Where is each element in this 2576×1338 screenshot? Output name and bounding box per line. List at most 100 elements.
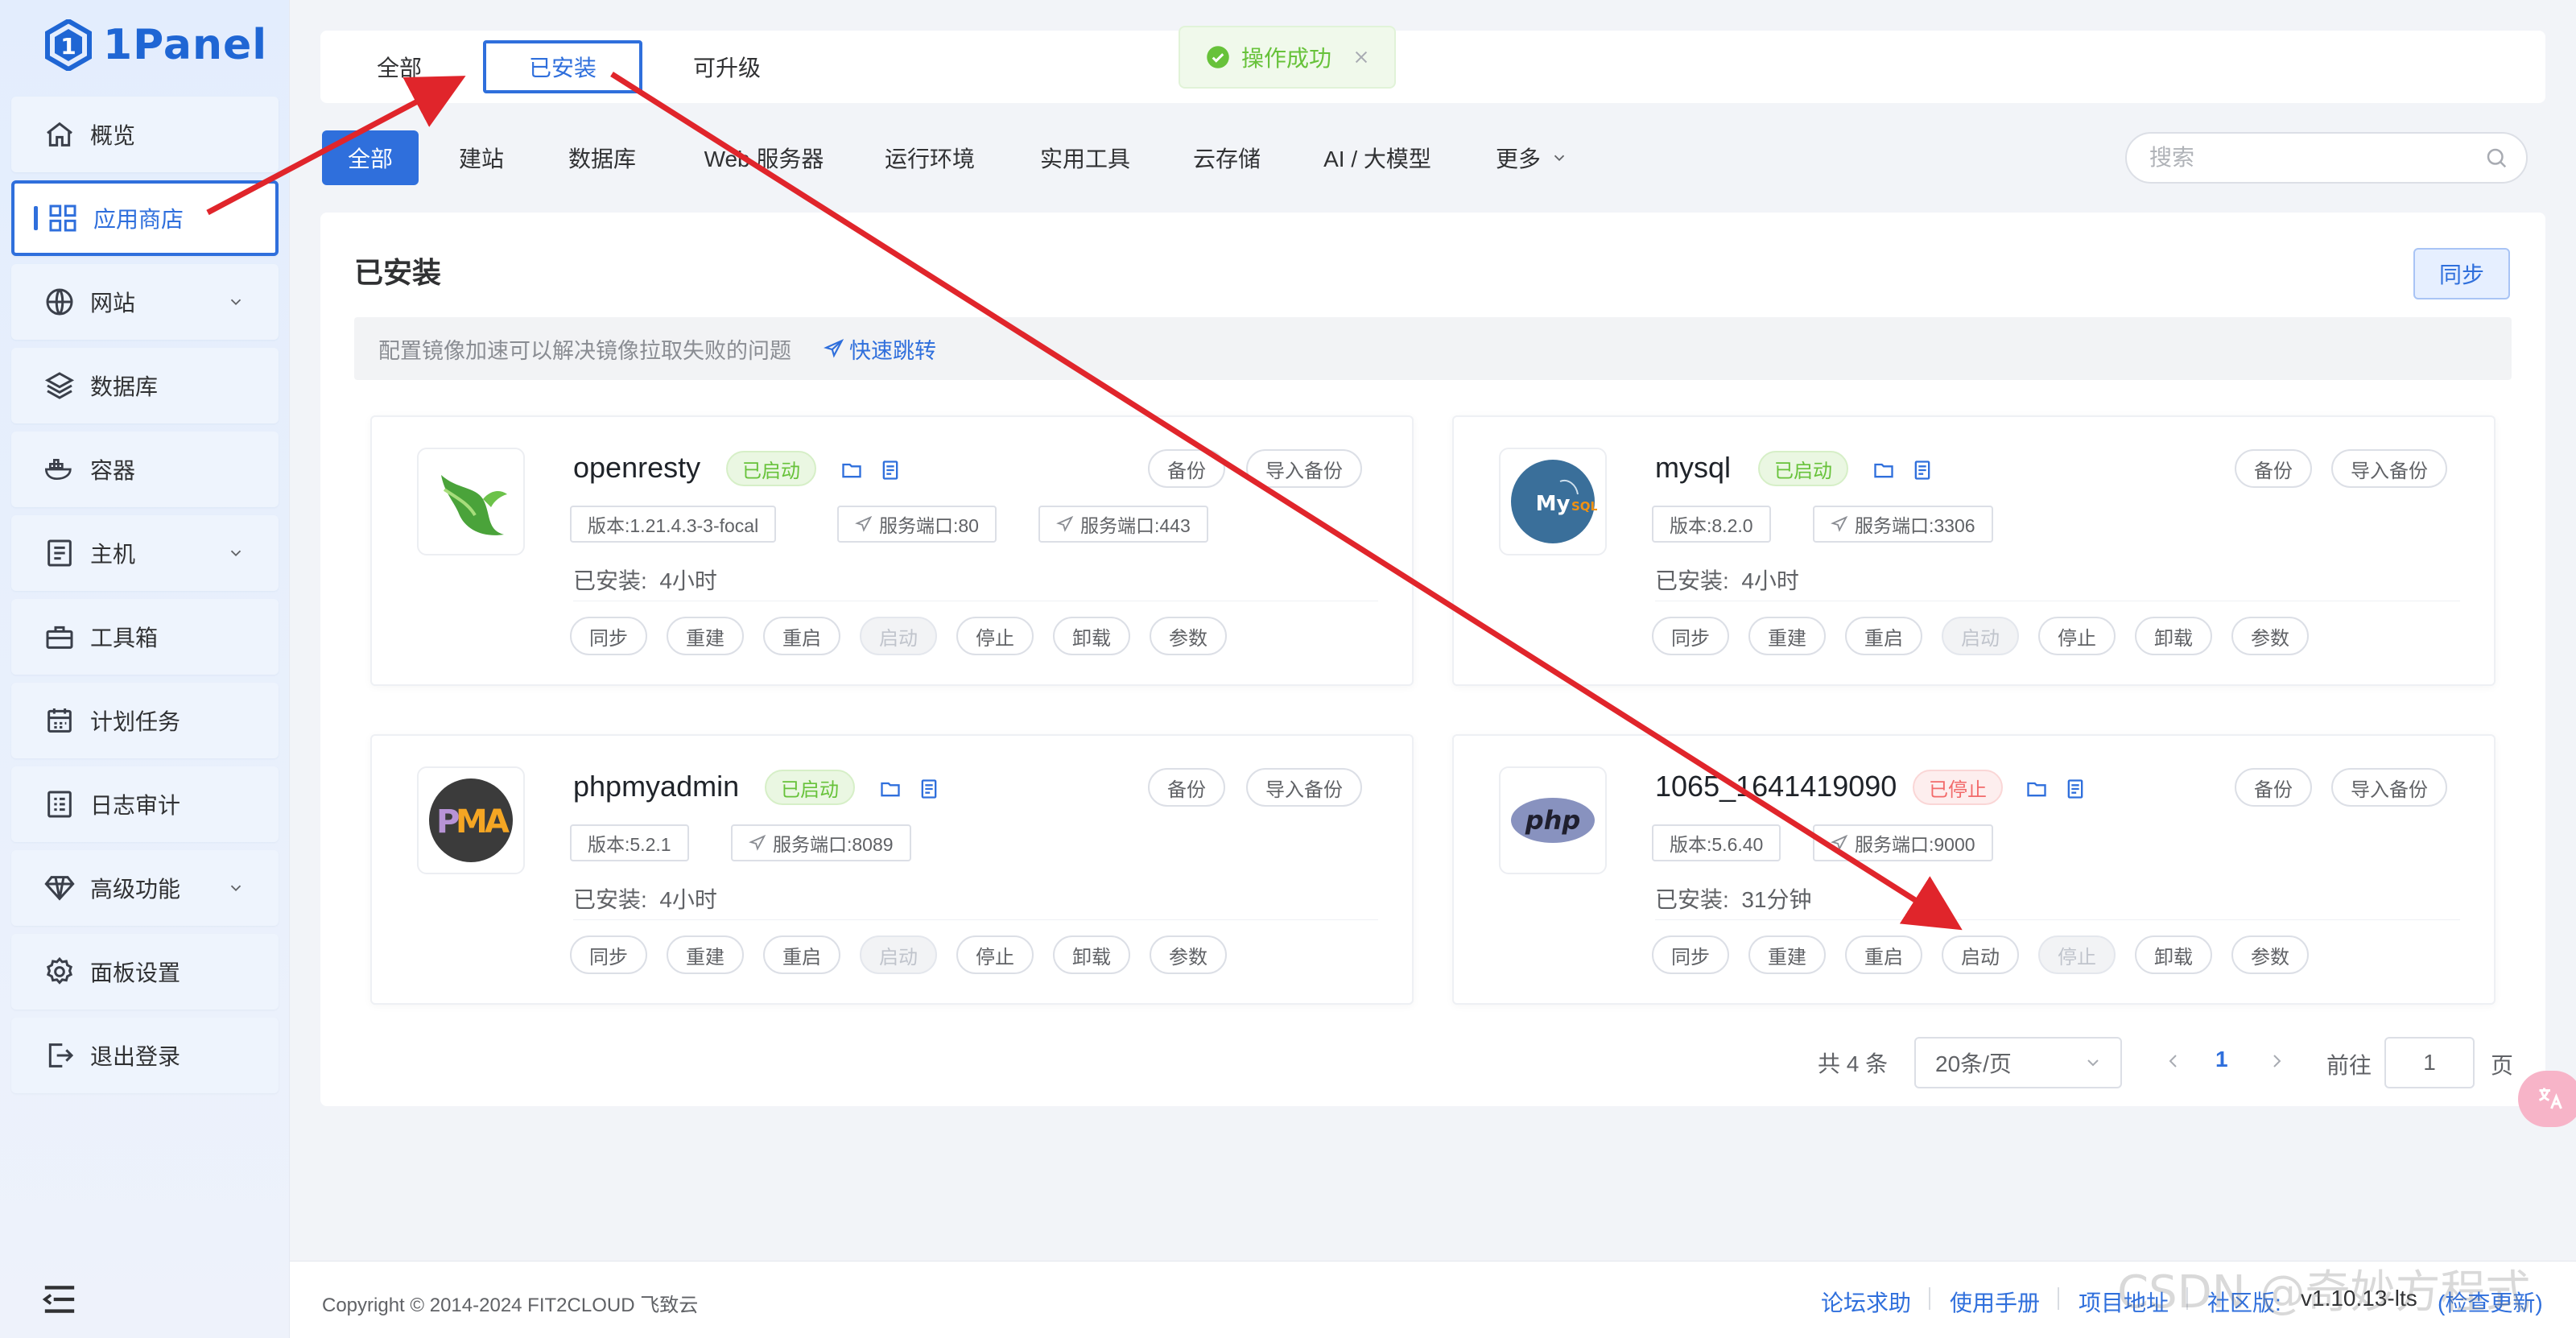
import-backup-button[interactable]: 导入备份 (1246, 449, 1362, 488)
folder-icon[interactable] (1872, 459, 1895, 481)
params-button[interactable]: 参数 (2231, 617, 2309, 655)
backup-button[interactable]: 备份 (2235, 449, 2312, 488)
sidebar-item-container[interactable]: 容器 (11, 432, 279, 507)
rebuild-button[interactable]: 重建 (1748, 617, 1826, 655)
sidebar-item-advanced[interactable]: 高级功能 (11, 850, 279, 926)
category-more-label: 更多 (1495, 147, 1541, 171)
chevron-down-icon (1554, 155, 1565, 162)
sync-button[interactable]: 同步 (2413, 248, 2510, 299)
tab-upgradable[interactable]: 可升级 (675, 40, 779, 93)
category-database[interactable]: 数据库 (552, 130, 652, 185)
page-size-select[interactable]: 20条/页 (1914, 1037, 2122, 1088)
sidebar-item-toolbox[interactable]: 工具箱 (11, 599, 279, 675)
params-button[interactable]: 参数 (1150, 617, 1227, 655)
search-input[interactable] (2149, 145, 2471, 171)
start-button[interactable]: 启动 (1942, 935, 2019, 974)
document-icon[interactable] (1911, 459, 1934, 481)
restart-button[interactable]: 重启 (1845, 935, 1922, 974)
sync-app-button[interactable]: 同步 (570, 617, 647, 655)
quick-jump-link[interactable]: 快速跳转 (824, 333, 936, 365)
close-icon[interactable] (1352, 48, 1370, 66)
next-page-icon[interactable] (2267, 1051, 2286, 1071)
page-number[interactable]: 1 (2215, 1047, 2228, 1072)
document-icon[interactable] (879, 459, 902, 481)
sync-app-button[interactable]: 同步 (1652, 935, 1729, 974)
sidebar-item-label: 概览 (90, 123, 136, 148)
sidebar-item-settings[interactable]: 面板设置 (11, 934, 279, 1010)
uninstall-button[interactable]: 卸载 (2135, 617, 2212, 655)
start-button: 启动 (860, 935, 937, 974)
stop-button[interactable]: 停止 (956, 617, 1034, 655)
category-all[interactable]: 全部 (322, 130, 419, 185)
search-icon[interactable] (2484, 146, 2508, 170)
folder-icon[interactable] (879, 778, 902, 800)
restart-button[interactable]: 重启 (1845, 617, 1922, 655)
sync-app-button[interactable]: 同步 (570, 935, 647, 974)
backup-button[interactable]: 备份 (2235, 768, 2312, 807)
category-tools[interactable]: 实用工具 (1032, 130, 1138, 185)
uninstall-button[interactable]: 卸载 (1053, 935, 1130, 974)
uninstall-button[interactable]: 卸载 (1053, 617, 1130, 655)
rebuild-button[interactable]: 重建 (667, 617, 744, 655)
stop-button[interactable]: 停止 (956, 935, 1034, 974)
user-manual-link[interactable]: 使用手册 (1950, 1286, 2040, 1318)
tab-installed[interactable]: 已安装 (483, 40, 642, 93)
grid-icon (49, 204, 76, 232)
folder-icon[interactable] (2025, 778, 2048, 800)
1panel-logo-icon: 1 (45, 19, 92, 71)
category-website[interactable]: 建站 (440, 130, 523, 185)
forum-help-link[interactable]: 论坛求助 (1821, 1286, 1911, 1318)
params-button[interactable]: 参数 (2231, 935, 2309, 974)
sidebar-item-cron[interactable]: 计划任务 (11, 683, 279, 758)
divider (1929, 1287, 1930, 1310)
restart-button[interactable]: 重启 (763, 617, 840, 655)
sidebar-item-label: 工具箱 (90, 626, 159, 650)
goto-page-input[interactable] (2384, 1037, 2475, 1088)
sidebar-item-label: 数据库 (90, 374, 159, 399)
chevron-down-icon (230, 299, 242, 306)
prev-page-icon[interactable] (2164, 1051, 2183, 1071)
folder-icon[interactable] (840, 459, 863, 481)
backup-button[interactable]: 备份 (1148, 449, 1225, 488)
toast-message: 操作成功 (1241, 46, 1332, 71)
stop-button[interactable]: 停止 (2038, 617, 2116, 655)
sidebar-item-app-store[interactable]: 应用商店 (11, 180, 279, 256)
diamond-icon (44, 876, 75, 901)
app-logo-box: P M A (417, 766, 525, 874)
send-icon (1831, 515, 1848, 532)
document-icon[interactable] (2064, 778, 2087, 800)
category-ai[interactable]: AI / 大模型 (1317, 130, 1438, 185)
category-more[interactable]: 更多 (1488, 130, 1576, 185)
app-logo[interactable]: 1 1Panel (45, 14, 267, 76)
restart-button[interactable]: 重启 (763, 935, 840, 974)
tab-all[interactable]: 全部 (351, 40, 448, 93)
installed-value: 4小时 (1741, 568, 1799, 593)
status-badge: 已启动 (1758, 451, 1848, 486)
rebuild-button[interactable]: 重建 (1748, 935, 1826, 974)
sidebar-item-overview[interactable]: 概览 (11, 97, 279, 172)
sidebar-item-database[interactable]: 数据库 (11, 348, 279, 423)
collapse-menu-icon[interactable] (42, 1283, 77, 1315)
params-button[interactable]: 参数 (1150, 935, 1227, 974)
backup-button[interactable]: 备份 (1148, 768, 1225, 807)
document-icon[interactable] (918, 778, 940, 800)
sidebar-item-host[interactable]: 主机 (11, 515, 279, 591)
category-web-server[interactable]: Web 服务器 (689, 130, 839, 185)
sync-app-button[interactable]: 同步 (1652, 617, 1729, 655)
send-icon (824, 338, 844, 358)
sidebar-item-website[interactable]: 网站 (11, 264, 279, 340)
rebuild-button[interactable]: 重建 (667, 935, 744, 974)
sidebar-item-logs[interactable]: 日志审计 (11, 766, 279, 842)
app-card-mysql: My SQL mysql 已启动 备份 导入备份 版本:8.2.0 服务端口:3… (1452, 415, 2496, 686)
import-backup-button[interactable]: 导入备份 (2331, 449, 2447, 488)
uninstall-button[interactable]: 卸载 (2135, 935, 2212, 974)
category-runtime[interactable]: 运行环境 (876, 130, 984, 185)
sidebar-item-logout[interactable]: 退出登录 (11, 1018, 279, 1093)
category-cloud-storage[interactable]: 云存储 (1182, 130, 1272, 185)
installed-label: 已安装: (573, 568, 647, 593)
copyright: Copyright © 2014-2024 FIT2CLOUD 飞致云 (322, 1295, 699, 1316)
import-backup-button[interactable]: 导入备份 (2331, 768, 2447, 807)
import-backup-button[interactable]: 导入备份 (1246, 768, 1362, 807)
translate-button[interactable] (2518, 1071, 2576, 1127)
installed-duration: 已安装: 4小时 (1655, 564, 1799, 596)
